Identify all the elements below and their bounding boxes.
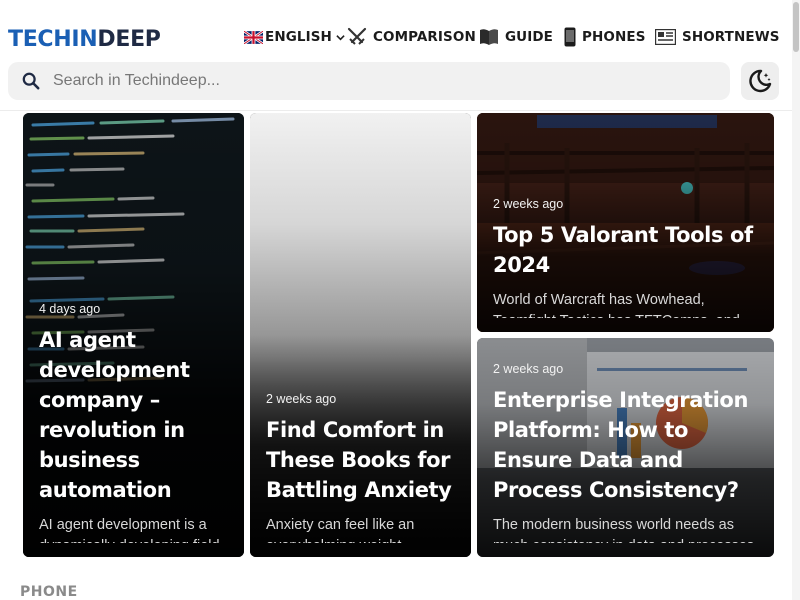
card-body: 2 weeks ago Enterprise Integration Platf… (493, 362, 762, 543)
newspaper-icon (655, 29, 676, 45)
nav-phones-label: PHONES (582, 29, 646, 45)
section-heading: PHONE (20, 584, 78, 600)
card-body: 4 days ago AI agent development company … (39, 302, 232, 543)
chevron-down-icon (336, 34, 345, 40)
article-date: 2 weeks ago (493, 362, 564, 376)
article-title[interactable]: Top 5 Valorant Tools of 2024 (493, 220, 762, 280)
book-icon (480, 29, 498, 45)
search-icon[interactable] (22, 72, 40, 90)
search-bar (8, 62, 730, 100)
language-selector[interactable]: ENGLISH (244, 26, 345, 48)
language-label: ENGLISH (265, 29, 332, 45)
card-body: 2 weeks ago Top 5 Valorant Tools of 2024… (493, 197, 762, 318)
scrollbar[interactable] (792, 0, 800, 600)
article-excerpt: World of Warcraft has Wowhead, Teamfight… (493, 292, 740, 318)
article-date: 2 weeks ago (266, 392, 337, 406)
article-excerpt: The modern business world needs as much … (493, 517, 754, 543)
article-excerpt: Anxiety can feel like an overwhelming we… (266, 517, 415, 543)
moon-stars-icon (749, 69, 772, 93)
article-card[interactable]: 4 days ago AI agent development company … (23, 113, 244, 557)
site-header: TECHINDEEP ENGLISH COMPARISON GUIDE PHON… (0, 0, 800, 111)
article-date: 4 days ago (39, 302, 101, 316)
nav-shortnews[interactable]: SHORTNEWS (655, 26, 780, 48)
nav-guide[interactable]: GUIDE (479, 26, 553, 48)
scrollbar-thumb[interactable] (793, 2, 799, 52)
article-date: 2 weeks ago (493, 197, 564, 211)
nav-shortnews-label: SHORTNEWS (682, 29, 780, 45)
nav-guide-label: GUIDE (505, 29, 553, 45)
swords-icon (347, 27, 367, 45)
article-title[interactable]: Find Comfort in These Books for Battling… (266, 415, 459, 505)
card-body: 2 weeks ago Find Comfort in These Books … (266, 392, 459, 543)
logo-part-deep: DEEP (97, 27, 161, 52)
theme-toggle-button[interactable] (741, 62, 779, 100)
article-excerpt: AI agent development is a dynamically de… (39, 517, 220, 543)
article-card[interactable]: 2 weeks ago Top 5 Valorant Tools of 2024… (477, 113, 774, 332)
nav-phones[interactable]: PHONES (564, 26, 646, 48)
phone-icon (564, 27, 576, 47)
logo-part-techin: TECHIN (8, 27, 98, 52)
uk-flag-icon (244, 30, 263, 44)
site-logo[interactable]: TECHINDEEP (8, 26, 161, 54)
article-title[interactable]: AI agent development company – revolutio… (39, 325, 232, 505)
nav-comparison[interactable]: COMPARISON (347, 26, 476, 48)
article-title[interactable]: Enterprise Integration Platform: How to … (493, 385, 762, 505)
article-card[interactable]: 2 weeks ago Find Comfort in These Books … (250, 113, 471, 557)
article-card[interactable]: 2 weeks ago Enterprise Integration Platf… (477, 338, 774, 557)
search-input[interactable] (51, 71, 705, 91)
nav-comparison-label: COMPARISON (373, 29, 476, 45)
